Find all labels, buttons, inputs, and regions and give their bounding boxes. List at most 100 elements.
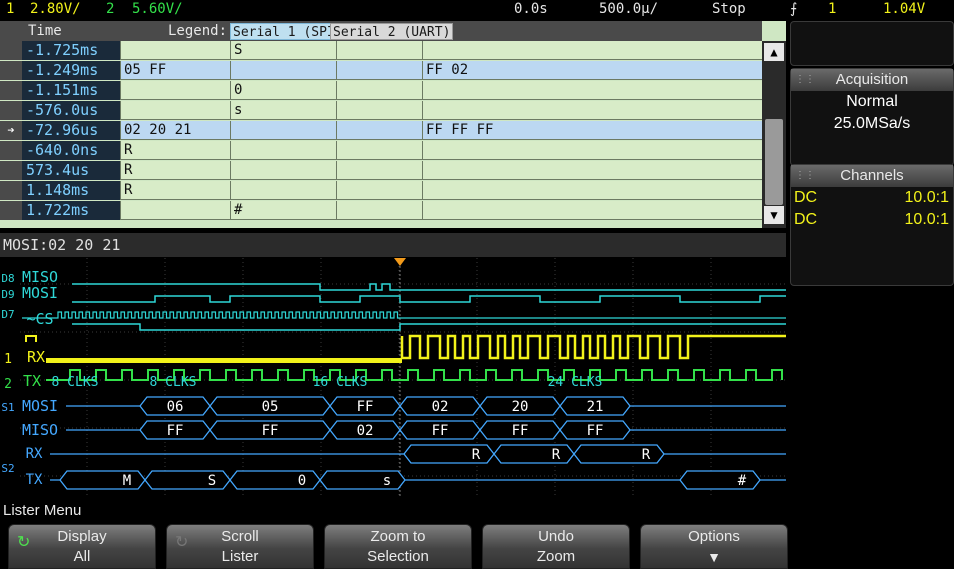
table-cell [422,141,762,160]
time-column-header[interactable]: Time [28,21,62,41]
scroll-down-icon[interactable]: ▼ [764,206,784,224]
mosi-byte-label: 06 [167,399,184,415]
time-cell: 1.148ms [22,181,120,200]
rx-char-label: R [552,447,561,463]
table-cell [336,121,422,140]
table-row[interactable]: 1.722ms # [0,201,762,220]
row-marker [0,161,22,180]
channel-label-s1: S1 [1,401,14,414]
bus-label-rx: RX [26,446,43,462]
table-cell [422,81,762,100]
softkey-line1: Undo [538,528,574,545]
clock-count-label: 8 CLKS [150,375,197,390]
time-cell: 573.4us [22,161,120,180]
channel-label-d9: D9 [1,288,14,301]
miso-byte-label: FF [167,423,184,439]
channel1-level-icon [25,335,37,342]
menu-title: Lister Menu [0,500,954,522]
channel-row: DC 10.0:1 [791,187,953,209]
table-cell [422,41,762,60]
timebase-readout[interactable]: 500.0µ/ [599,1,658,17]
miso-byte-label: FF [587,423,604,439]
ch1-scale[interactable]: 2.80V/ [30,1,81,17]
waveform-display[interactable]: D8 D9 D7 1 2 S1 S2 MISO MOSI ~CS RX TX 8 CLKS 8 CLKS 1… [0,258,786,498]
trigger-level[interactable]: 1.04V [883,1,925,17]
table-cell: 05 FF [120,61,230,80]
ch2-number[interactable]: 2 [106,1,114,17]
down-arrow-icon: ▼ [707,549,721,565]
row-marker [0,181,22,200]
channel-coupling: DC [794,211,818,228]
table-row[interactable]: 1.148ms R [0,181,762,200]
rx-idle-band [46,358,402,363]
lister-header: Time Legend: Serial 1 (SPI) Serial 2 (UA… [0,21,762,41]
lister-scrollbar[interactable]: ▲ ▼ [762,41,786,228]
table-row[interactable]: -576.0us s [0,101,762,120]
undo-zoom-button[interactable]: Undo Zoom [482,524,630,569]
trigger-channel: 1 [828,1,837,17]
bus-label-miso: MISO [22,421,58,439]
rx-bus-packet [403,444,495,464]
table-cell [230,181,336,200]
time-cell: -576.0us [22,101,120,120]
rx-trace [400,334,786,360]
channels-panel: ⋮⋮ Channels DC 10.0:1 DC 10.0:1 [790,164,954,286]
mosi-byte-label: 02 [432,399,449,415]
table-cell [336,41,422,60]
table-cell [120,201,230,220]
scroll-up-icon[interactable]: ▲ [764,43,784,61]
row-marker [0,141,22,160]
table-cell [336,101,422,120]
tx-char-label: 0 [298,473,306,489]
right-info-panel: ⋮⋮ Acquisition Normal 25.0MSa/s ⋮⋮ Chann… [790,21,954,286]
mosi-trace [72,295,786,303]
table-cell: R [120,141,230,160]
rising-edge-icon: ⨍ [790,1,798,17]
options-button[interactable]: Options ▼ [640,524,788,569]
time-cell: -640.0ns [22,141,120,160]
table-cell [230,161,336,180]
miso-byte-label: FF [262,423,279,439]
tx-char-label: S [208,473,216,489]
miso-byte-label: 02 [357,423,374,439]
scroll-thumb[interactable] [765,119,783,205]
acquisition-mode: Normal [846,93,898,110]
cs-trace [72,323,786,331]
signal-label-rx: RX [27,348,45,366]
rx-char-label: R [472,447,481,463]
channel-probe: 10.0:1 [904,189,949,206]
channel-probe: 10.0:1 [904,211,949,228]
table-row[interactable]: -640.0ns R [0,141,762,160]
row-marker [0,201,22,220]
table-cell: 02 20 21 [120,121,230,140]
status-bar: 1 2.80V/ 2 5.60V/ 0.0s 500.0µ/ Stop ⨍ 1 … [0,0,954,20]
clock-count-label: 8 CLKS [52,375,99,390]
table-row[interactable]: -1.151ms 0 [0,81,762,100]
table-cell: S [230,41,336,60]
table-cell: s [230,101,336,120]
table-row[interactable]: ➔ -72.96us 02 20 21 FF FF FF [0,121,762,140]
row-marker [0,101,22,120]
softkey-line2: Zoom [536,548,576,565]
rotate-icon: ↻ [175,534,189,551]
table-row[interactable]: 573.4us R [0,161,762,180]
delay-readout[interactable]: 0.0s [514,1,548,17]
run-state: Stop [712,1,746,17]
zoom-to-selection-button[interactable]: Zoom to Selection [324,524,472,569]
display-all-button[interactable]: ↻ Display All [8,524,156,569]
softkey-line2: Selection [367,548,429,565]
tx-bus-packet [59,470,146,490]
table-row[interactable]: -1.249ms 05 FF FF 02 [0,61,762,80]
softkey-line1: Display [57,528,107,545]
table-cell [336,161,422,180]
miso-trace [72,283,786,291]
table-row[interactable]: -1.725ms S [0,41,762,60]
channel-label-1: 1 [4,352,12,367]
tx-char-label: # [738,473,747,489]
lister-table[interactable]: Time Legend: Serial 1 (SPI) Serial 2 (UA… [0,21,786,228]
channel-label-d8: D8 [1,272,14,285]
ch2-scale[interactable]: 5.60V/ [132,1,183,17]
scroll-lister-button[interactable]: ↻ Scroll Lister [166,524,314,569]
table-cell: FF 02 [422,61,762,80]
ch1-number[interactable]: 1 [6,1,14,17]
